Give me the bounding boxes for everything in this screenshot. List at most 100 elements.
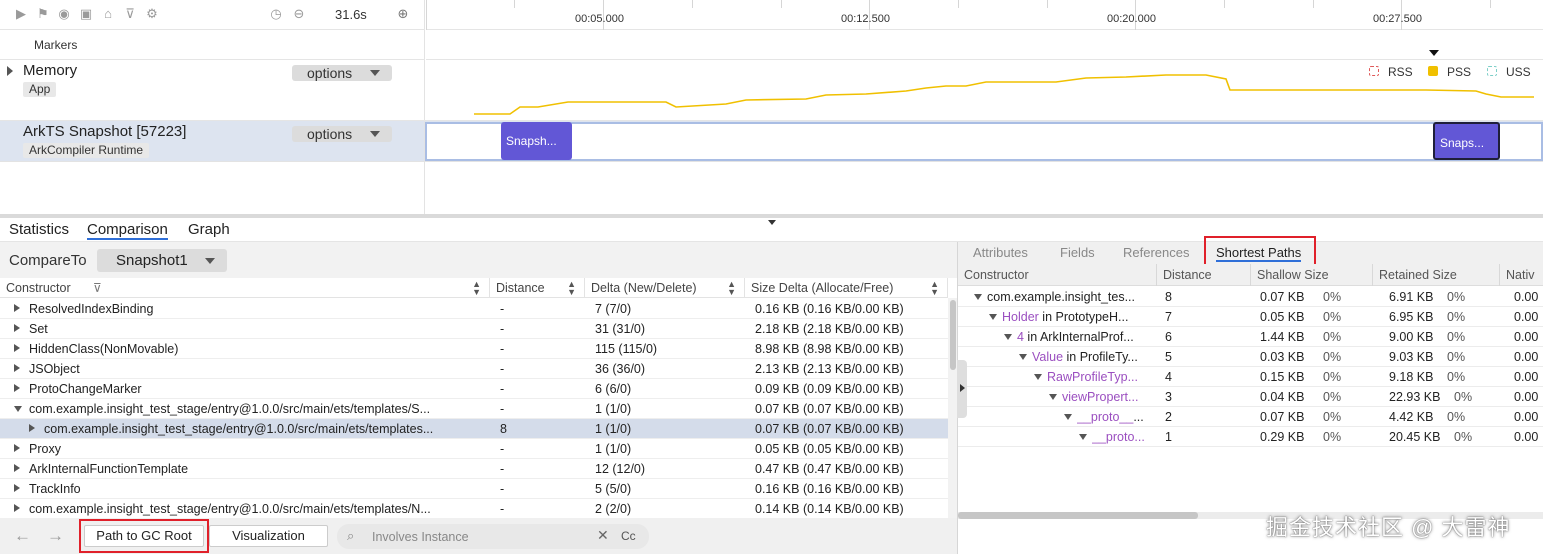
- expand-icon[interactable]: [14, 324, 20, 332]
- visualization-button[interactable]: Visualization: [209, 525, 328, 547]
- column-header-shallow-size[interactable]: Shallow Size: [1251, 264, 1373, 286]
- settings-icon[interactable]: ⚙: [145, 7, 159, 21]
- play-icon[interactable]: ▶: [14, 7, 28, 21]
- sort-icon[interactable]: ▲ ▼: [472, 280, 481, 297]
- expand-icon[interactable]: [14, 344, 20, 352]
- expand-icon[interactable]: [14, 304, 20, 312]
- record-icon[interactable]: ◉: [57, 7, 71, 21]
- snapshot-block[interactable]: Snapsh...: [501, 122, 572, 160]
- zoom-in-icon[interactable]: ⊕: [396, 7, 410, 21]
- expand-icon[interactable]: [974, 294, 982, 300]
- expand-icon[interactable]: [14, 504, 20, 512]
- expand-icon[interactable]: [1064, 414, 1072, 420]
- distance-cell: -: [500, 462, 505, 476]
- column-header-retained-size[interactable]: Retained Size: [1373, 264, 1500, 286]
- column-header-constructor[interactable]: Constructor ⊽ ▲ ▼: [0, 278, 490, 298]
- shallow-percent-cell: 0%: [1323, 330, 1342, 344]
- path-row[interactable]: __proto__... 2 0.07 KB 0% 4.42 KB 0% 0.00: [958, 407, 1543, 427]
- memory-options-button[interactable]: options: [292, 65, 392, 81]
- expand-icon[interactable]: [1019, 354, 1027, 360]
- expand-icon[interactable]: [1079, 434, 1087, 440]
- details-collapse-handle[interactable]: [957, 360, 967, 418]
- memory-expand-icon[interactable]: [7, 66, 13, 76]
- expand-icon[interactable]: [14, 484, 20, 492]
- expand-icon[interactable]: [1049, 394, 1057, 400]
- table-row[interactable]: com.example.insight_test_stage/entry@1.0…: [0, 419, 948, 439]
- path-row[interactable]: Holder in PrototypeH... 7 0.05 KB 0% 6.95 KB…: [958, 307, 1543, 327]
- table-row[interactable]: HiddenClass(NonMovable) - 115 (115/0) 8.98 …: [0, 339, 948, 359]
- instance-search[interactable]: ⌕ ✕ Cc: [337, 524, 649, 549]
- tab-statistics[interactable]: Statistics: [9, 221, 69, 238]
- ark-lane-title: ArkTS Snapshot [57223]: [23, 123, 187, 140]
- clear-icon[interactable]: ✕: [597, 527, 609, 544]
- column-header-delta[interactable]: Delta (New/Delete) ▲ ▼: [585, 278, 745, 298]
- column-header-distance[interactable]: Distance: [1157, 264, 1251, 286]
- column-header-native[interactable]: Nativ: [1500, 264, 1543, 286]
- table-row[interactable]: JSObject - 36 (36/0) 2.13 KB (2.13 KB/0.00 …: [0, 359, 948, 379]
- tab-comparison[interactable]: Comparison: [87, 221, 168, 240]
- clock-icon[interactable]: ◷: [269, 7, 283, 21]
- ark-options-button[interactable]: options: [292, 126, 392, 142]
- snapshot-track[interactable]: [425, 122, 1543, 161]
- table-row[interactable]: com.example.insight_test_stage/entry@1.0…: [0, 399, 948, 419]
- table-row[interactable]: TrackInfo - 5 (5/0) 0.16 KB (0.16 KB/0.00 K…: [0, 479, 948, 499]
- column-header-constructor[interactable]: Constructor: [958, 264, 1157, 286]
- path-constructor-cell: RawProfileTyp...: [1047, 367, 1157, 387]
- size-delta-cell: 0.16 KB (0.16 KB/0.00 KB): [755, 482, 904, 496]
- time-ruler[interactable]: 00:05.000 00:12.500 00:20.000 00:27.500: [426, 0, 1543, 30]
- table-row[interactable]: ProtoChangeMarker - 6 (6/0) 0.09 KB (0.09 K…: [0, 379, 948, 399]
- flag-icon[interactable]: ⚑: [36, 7, 50, 21]
- constructor-cell: ArkInternalFunctionTemplate: [29, 462, 189, 476]
- expand-icon[interactable]: [29, 424, 35, 432]
- table-row[interactable]: Proxy - 1 (1/0) 0.05 KB (0.05 KB/0.00 KB): [0, 439, 948, 459]
- snapshot-block-selected[interactable]: Snaps...: [1433, 122, 1500, 160]
- path-row[interactable]: RawProfileTyp... 4 0.15 KB 0% 9.18 KB 0% 0.00: [958, 367, 1543, 387]
- capture-icon[interactable]: ⌂: [101, 7, 115, 21]
- path-row[interactable]: __proto... 1 0.29 KB 0% 20.45 KB 0% 0.00: [958, 427, 1543, 447]
- filter-icon[interactable]: ⊽: [93, 278, 102, 298]
- forward-arrow-icon[interactable]: →: [47, 526, 64, 546]
- back-arrow-icon[interactable]: ←: [14, 526, 31, 546]
- collapse-caret-icon[interactable]: [768, 220, 776, 225]
- memory-chart[interactable]: [426, 60, 1543, 120]
- path-row[interactable]: viewPropert... 3 0.04 KB 0% 22.93 KB 0% 0.00: [958, 387, 1543, 407]
- expand-icon[interactable]: [14, 444, 20, 452]
- table-row[interactable]: ResolvedIndexBinding - 7 (7/0) 0.16 KB (0.1…: [0, 299, 948, 319]
- tab-graph[interactable]: Graph: [188, 221, 230, 238]
- case-sensitive-toggle[interactable]: Cc: [621, 529, 636, 543]
- expand-icon[interactable]: [989, 314, 997, 320]
- expand-icon[interactable]: [14, 464, 20, 472]
- expand-icon[interactable]: [14, 384, 20, 392]
- compare-snapshot-select[interactable]: Snapshot1: [97, 249, 227, 272]
- search-input[interactable]: [372, 528, 592, 545]
- column-header-size-delta[interactable]: Size Delta (Allocate/Free) ▲ ▼: [745, 278, 948, 298]
- sort-icon[interactable]: ▲ ▼: [930, 280, 939, 297]
- path-row[interactable]: com.example.insight_tes... 8 0.07 KB 0% 6.91…: [958, 287, 1543, 307]
- markers-label: Markers: [34, 38, 78, 52]
- row-separator: [0, 59, 425, 60]
- expand-icon[interactable]: [1034, 374, 1042, 380]
- expand-icon[interactable]: [14, 406, 22, 412]
- expand-icon[interactable]: [14, 364, 20, 372]
- scrollbar-thumb[interactable]: [950, 300, 956, 370]
- tab-attributes[interactable]: Attributes: [973, 245, 1028, 260]
- tab-fields[interactable]: Fields: [1060, 245, 1095, 260]
- table-row[interactable]: com.example.insight_test_stage/entry@1.0…: [0, 499, 948, 519]
- tab-references[interactable]: References: [1123, 245, 1189, 260]
- table-row[interactable]: ArkInternalFunctionTemplate - 12 (12/0) 0.4…: [0, 459, 948, 479]
- path-row[interactable]: 4 in ArkInternalProf... 6 1.44 KB 0% 9.00 KB…: [958, 327, 1543, 347]
- filter-icon[interactable]: ⊽: [123, 7, 137, 21]
- sort-icon[interactable]: ▲ ▼: [567, 280, 576, 297]
- path-constructor-cell: com.example.insight_tes...: [987, 287, 1157, 307]
- path-row[interactable]: Value in ProfileTy... 5 0.03 KB 0% 9.03 KB 0%…: [958, 347, 1543, 367]
- table-row[interactable]: Set - 31 (31/0) 2.18 KB (2.18 KB/0.00 KB): [0, 319, 948, 339]
- expand-icon[interactable]: [1004, 334, 1012, 340]
- camera-icon[interactable]: ▣: [79, 7, 93, 21]
- ark-options-label: options: [307, 126, 353, 142]
- delta-cell: 7 (7/0): [595, 302, 632, 316]
- table-scrollbar[interactable]: [948, 298, 957, 518]
- zoom-out-icon[interactable]: ⊖: [292, 7, 306, 21]
- column-header-distance[interactable]: Distance ▲ ▼: [490, 278, 585, 298]
- sort-icon[interactable]: ▲ ▼: [727, 280, 736, 297]
- scrollbar-thumb[interactable]: [958, 512, 1198, 519]
